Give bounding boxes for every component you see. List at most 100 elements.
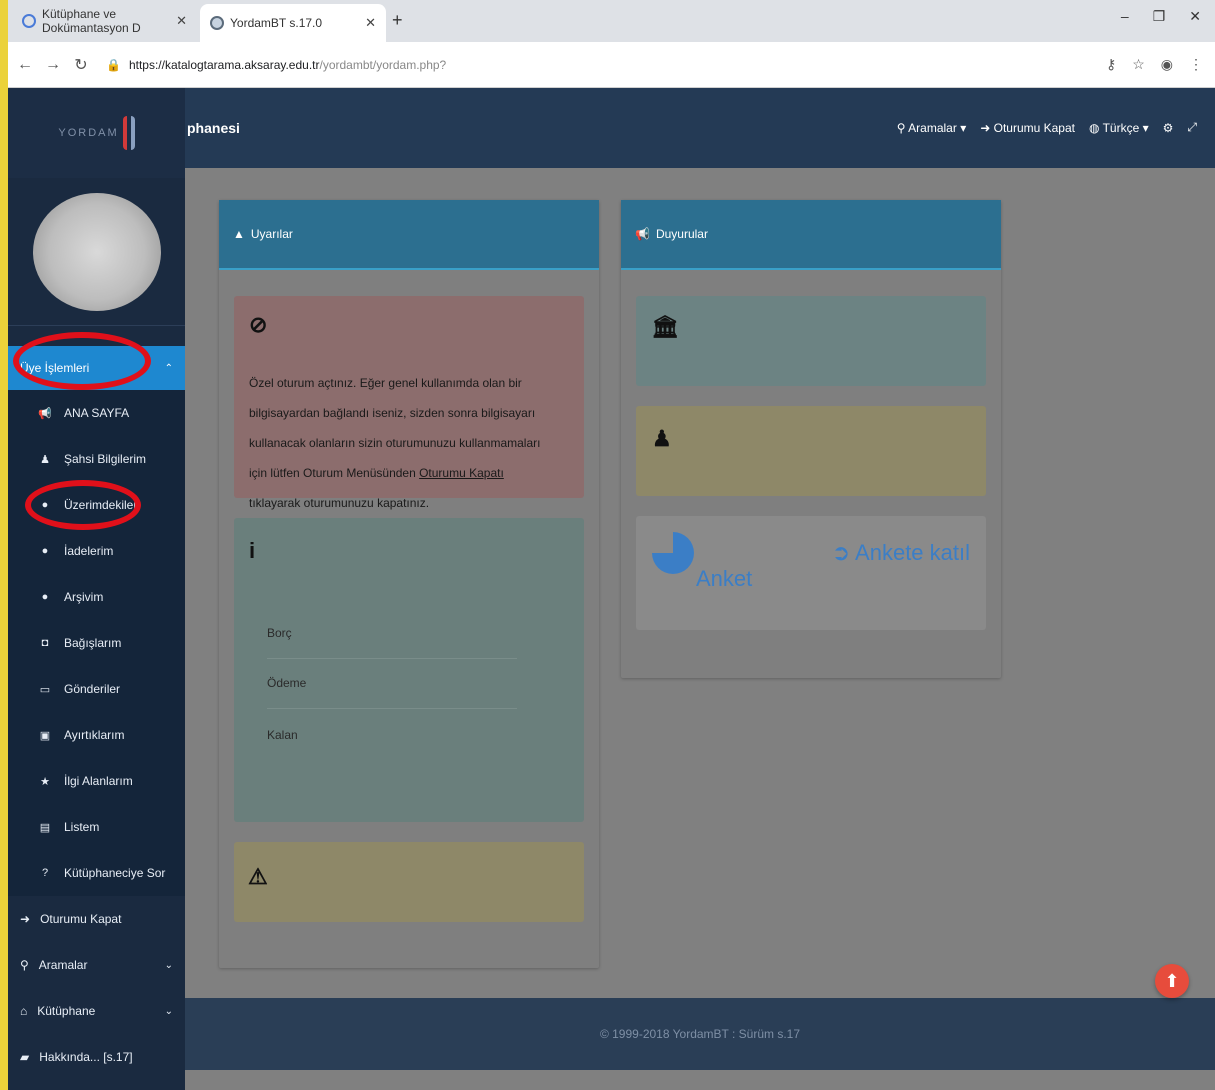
sidebar-item-label: İlgi Alanlarım xyxy=(64,774,133,788)
url-input[interactable]: 🔒 https://katalogtarama.aksaray.edu.tr/y… xyxy=(106,58,446,72)
sidebar-item-9[interactable]: ▤ Listem xyxy=(8,804,185,850)
sidebar-item-label: Oturumu Kapat xyxy=(40,912,122,926)
payment-label: Ödeme xyxy=(267,676,307,690)
join-survey-link[interactable]: ➲ Ankete katıl xyxy=(832,540,970,566)
logo-mark-icon xyxy=(122,116,135,150)
search-label: Aramalar xyxy=(908,120,957,135)
forward-icon[interactable]: → xyxy=(42,56,64,74)
logout-link[interactable]: Oturumu Kapatı xyxy=(419,466,504,480)
top-bar-actions: ⚲ Aramalar ▾ ➜ Oturumu Kapat ◍ Türkçe ▾ … xyxy=(897,120,1197,135)
back-icon[interactable]: ← xyxy=(14,56,36,74)
reload-icon[interactable]: ↻ xyxy=(70,55,92,75)
pie-chart-icon xyxy=(652,532,694,574)
library-favicon-icon xyxy=(22,14,36,28)
footer: © 1999-2018 YordamBT : Sürüm s.17 xyxy=(185,998,1215,1070)
sidebar-item-label: Kütüphane xyxy=(37,1004,96,1018)
calendar-icon: ▣ xyxy=(39,729,51,742)
sidebar-item-label: Listem xyxy=(64,820,100,834)
sidebar-item-label: ANA SAYFA xyxy=(64,406,130,420)
language-button[interactable]: ◍ Türkçe ▾ xyxy=(1089,121,1149,135)
sidebar-item-label: Şahsi Bilgilerim xyxy=(64,452,147,466)
chevron-down-icon: ⌄ xyxy=(164,1005,173,1017)
url-host: https://katalogtarama.aksaray.edu.tr xyxy=(128,57,320,72)
close-icon[interactable]: ✕ xyxy=(176,13,187,29)
list-icon: ▤ xyxy=(39,821,51,834)
alert-text-before: Özel oturum açtınız. Eğer genel kullanım… xyxy=(249,376,541,480)
sidebar-item-8[interactable]: ★ İlgi Alanlarım xyxy=(8,758,185,804)
sidebar-bottom-item-3[interactable]: ▰ Hakkında... [s.17] xyxy=(8,1034,185,1080)
window-controls: – ❐ ✕ xyxy=(1121,8,1201,25)
key-icon[interactable]: ⚷ xyxy=(1106,56,1116,73)
sidebar-bottom-item-2[interactable]: ⌂ Kütüphane ⌄ xyxy=(8,988,185,1034)
globe-icon: ◍ xyxy=(1088,120,1103,135)
new-tab-button[interactable]: + xyxy=(392,10,403,31)
sidebar-item-10[interactable]: ? Kütüphaneciye Sor xyxy=(8,850,185,896)
tab-title: YordamBT s.17.0 xyxy=(230,16,323,30)
close-icon[interactable]: ✕ xyxy=(365,15,376,31)
tab-title: Kütüphane ve Dokümantasyon D xyxy=(42,7,141,35)
warnings-panel-header: ▲ Uyarılar xyxy=(219,200,599,270)
announcements-panel-header: 📢 Duyurular xyxy=(621,200,1001,270)
bank-icon: 🏛 xyxy=(651,314,679,339)
search-icon: ⚲ xyxy=(896,120,909,135)
warning-box: ⚠ xyxy=(234,842,584,922)
sidebar-item-label: Arşivim xyxy=(64,590,104,604)
close-window-icon[interactable]: ✕ xyxy=(1189,8,1201,25)
fullscreen-icon[interactable]: ⤢ xyxy=(1187,120,1197,135)
circle-arrow-icon: ● xyxy=(41,499,49,511)
debt-label: Borç xyxy=(267,626,292,640)
sidebar-item-label: Ayırtıklarım xyxy=(64,728,125,742)
session-alert-text: Özel oturum açtınız. Eğer genel kullanım… xyxy=(249,368,549,518)
minimize-icon[interactable]: – xyxy=(1121,8,1129,25)
scroll-top-button[interactable]: ⬆ xyxy=(1155,964,1189,998)
logo[interactable]: YORDAM xyxy=(8,88,185,178)
sidebar-bottom-item-1[interactable]: ⚲ Aramalar ⌄ xyxy=(8,942,185,988)
sidebar-item-0[interactable]: 📢 ANA SAYFA xyxy=(8,390,185,436)
restore-icon[interactable]: ❐ xyxy=(1153,8,1166,25)
sidebar-item-2[interactable]: ● Üzerimdekiler xyxy=(8,482,185,528)
sidebar-item-4[interactable]: ● Arşivim xyxy=(8,574,185,620)
warning-icon: ▲ xyxy=(233,227,245,241)
survey-label: Anket xyxy=(696,566,753,591)
user-announcement: ♟ xyxy=(636,406,986,496)
search-icon: ⚲ xyxy=(20,958,29,972)
circle-arrow-icon: ● xyxy=(41,545,49,557)
sidebar-item-label: İadelerim xyxy=(64,544,114,558)
sidebar-item-label: Aramalar xyxy=(38,958,88,972)
star-icon: ★ xyxy=(40,775,50,788)
arrow-up-icon: ⬆ xyxy=(1164,970,1180,991)
sidebar-item-label: Bağışlarım xyxy=(64,636,122,650)
browser-tab-library[interactable]: Kütüphane ve Dokümantasyon D ✕ xyxy=(12,6,197,36)
avatar-area xyxy=(8,178,185,326)
logout-label: Oturumu Kapat xyxy=(993,120,1075,135)
announcements-panel: 📢 Duyurular 🏛 ♟ Anket ➲ Ankete katıl xyxy=(621,200,1001,678)
user-icon: ♟ xyxy=(652,426,672,451)
member-menu: Üye İşlemleri ⌃ 📢 ANA SAYFA ♟ Şahsi Bilgile… xyxy=(8,346,185,896)
sidebar-item-7[interactable]: ▣ Ayırtıklarım xyxy=(8,712,185,758)
sidebar-item-member-operations[interactable]: Üye İşlemleri ⌃ xyxy=(8,346,185,390)
browser-tab-yordam[interactable]: YordamBT s.17.0 ✕ xyxy=(200,4,386,42)
gear-icon[interactable]: ⚙ xyxy=(1163,121,1174,135)
address-bar: ← → ↻ 🔒 https://katalogtarama.aksaray.ed… xyxy=(8,42,1215,88)
top-bar: phanesi ⚲ Aramalar ▾ ➜ Oturumu Kapat ◍ T… xyxy=(185,88,1215,168)
logout-button[interactable]: ➜ Oturumu Kapat xyxy=(980,121,1075,135)
sidebar-bottom-items: ➜ Oturumu Kapat ⚲ Aramalar ⌄ ⌂ Kütüphane ⌄ ▰ Hakk… xyxy=(8,896,185,1080)
sidebar-item-label: Gönderiler xyxy=(64,682,121,696)
profile-icon[interactable]: ◉ xyxy=(1161,56,1173,73)
book-icon: ▰ xyxy=(20,1050,30,1064)
sidebar-bottom-item-0[interactable]: ➜ Oturumu Kapat xyxy=(8,896,185,942)
sidebar-item-3[interactable]: ● İadelerim xyxy=(8,528,185,574)
session-alert: ⊘ Özel oturum açtınız. Eğer genel kullan… xyxy=(234,296,584,510)
circle-arrow-icon: ● xyxy=(41,591,49,603)
inbox-icon: ▭ xyxy=(39,683,51,696)
library-icon: ⌂ xyxy=(20,1004,28,1018)
info-icon: i xyxy=(249,538,256,563)
sidebar-item-1[interactable]: ♟ Şahsi Bilgilerim xyxy=(8,436,185,482)
search-menu-button[interactable]: ⚲ Aramalar ▾ xyxy=(897,121,967,135)
alert-text-after: tıklayarak oturumunuzu kapatınız. xyxy=(249,496,430,510)
star-bookmark-icon[interactable]: ☆ xyxy=(1132,56,1145,73)
sidebar-item-6[interactable]: ▭ Gönderiler xyxy=(8,666,185,712)
menu-dots-icon[interactable]: ⋮ xyxy=(1189,56,1203,73)
remaining-label: Kalan xyxy=(267,728,298,742)
sidebar-item-5[interactable]: ◘ Bağışlarım xyxy=(8,620,185,666)
